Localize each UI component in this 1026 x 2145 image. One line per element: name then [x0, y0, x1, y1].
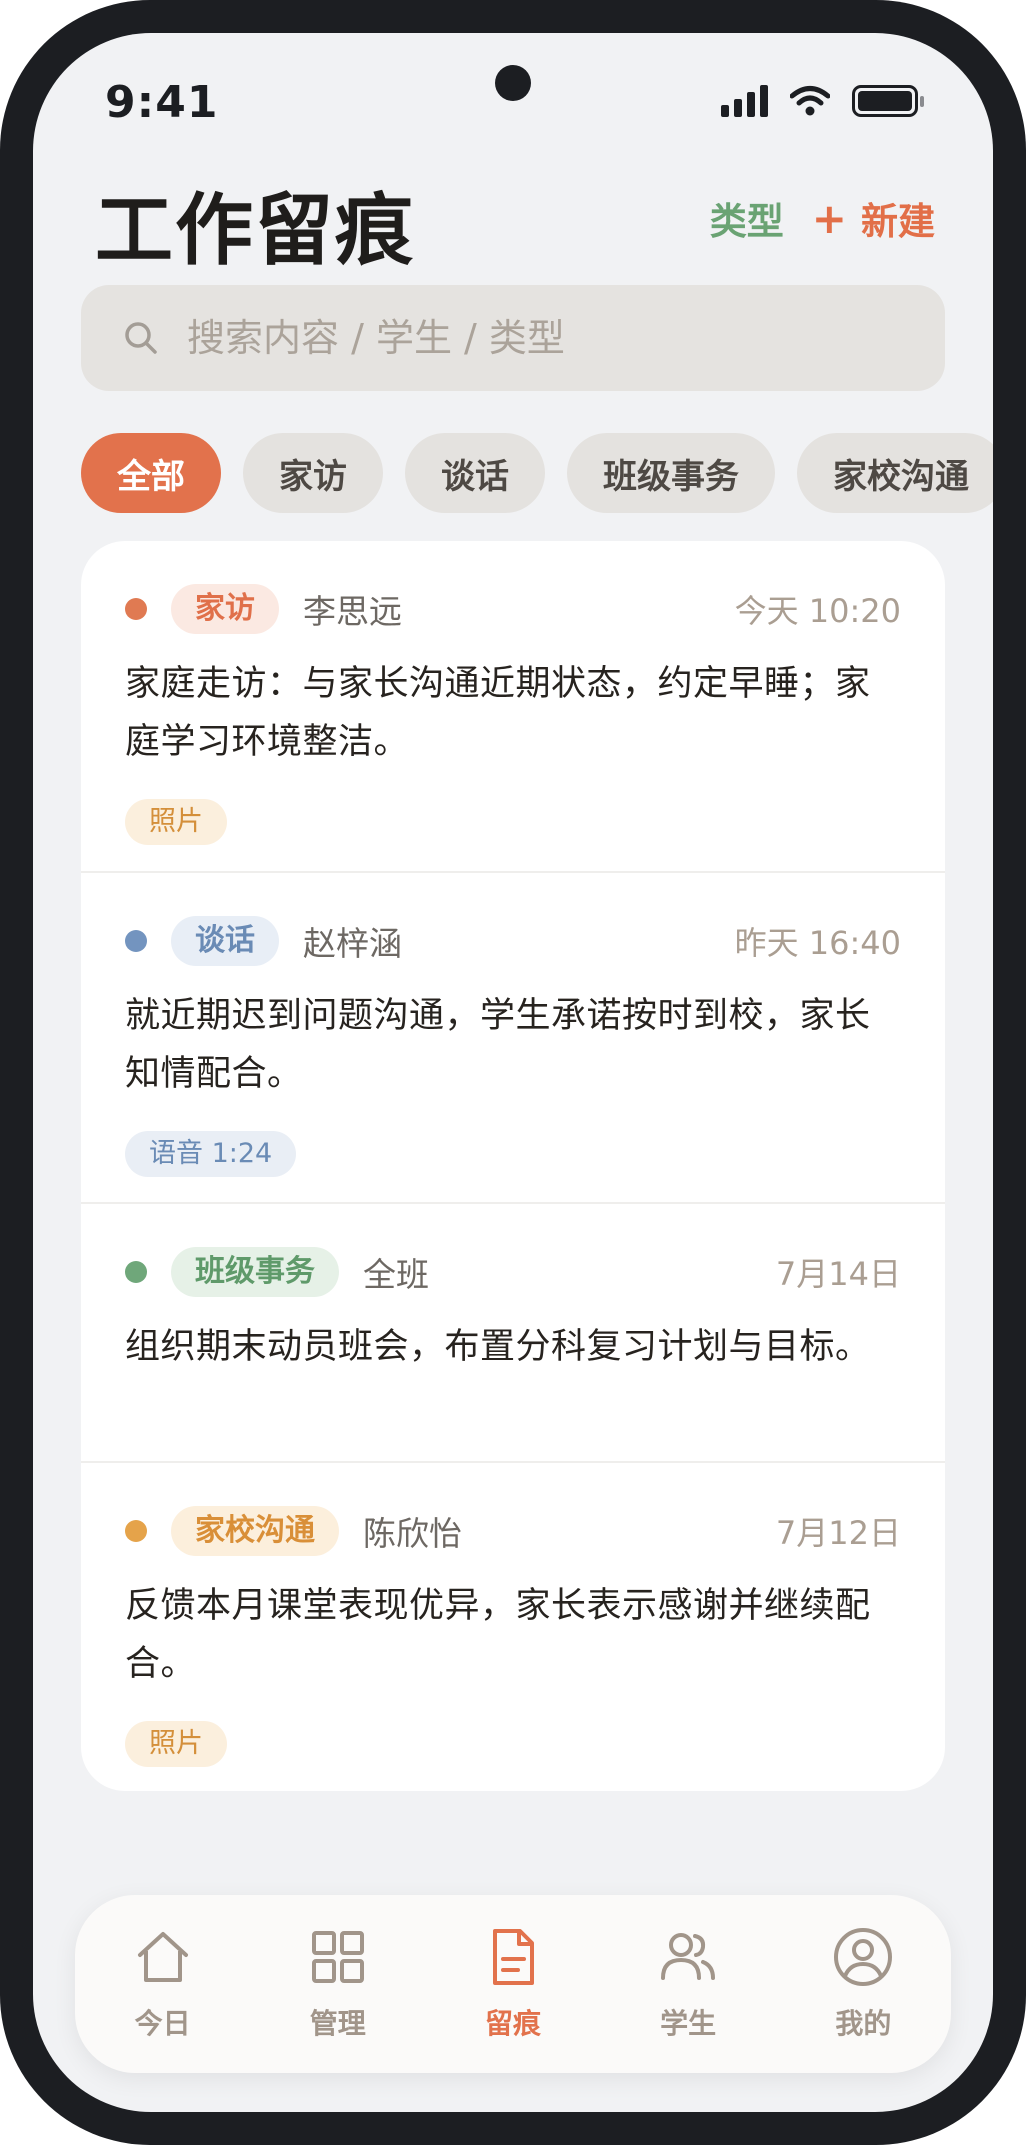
profile-icon [834, 1928, 893, 1986]
new-button[interactable]: + 新建 [812, 191, 935, 245]
page-title: 工作留痕 [95, 186, 416, 276]
search-input[interactable] [187, 316, 887, 360]
student-name: 李思远 [303, 592, 402, 631]
record-item[interactable]: 谈话 赵梓涵 昨天 16:40 就近期迟到问题沟通，学生承诺按时到校，家长知情配… [81, 873, 945, 1204]
bottom-nav: 今日 管理 留痕 学生 我的 [75, 1895, 951, 2073]
users-icon [661, 1933, 716, 1980]
record-item[interactable]: 班级事务 全班 7月14日 组织期末动员班会，布置分科复习计划与目标。 [81, 1204, 945, 1463]
record-header: 谈话 赵梓涵 昨天 16:40 [125, 913, 901, 969]
type-tag: 班级事务 [171, 1247, 339, 1297]
student-name: 赵梓涵 [303, 924, 402, 963]
record-content: 就近期迟到问题沟通，学生承诺按时到校，家长知情配合。 [125, 996, 871, 1094]
filter-chip-home-visit[interactable]: 家访 [243, 433, 383, 513]
type-dot [125, 930, 147, 952]
screen: 9:41 工作留痕 类型 + 新建 搜索内容 / 学生 / 类型 全部 家访 谈… [33, 33, 993, 2112]
document-icon [492, 1929, 534, 1985]
filter-chip-class-affairs[interactable]: 班级事务 [567, 433, 775, 513]
record-time: 今天 10:20 [734, 592, 901, 630]
student-name: 全班 [363, 1255, 429, 1294]
type-tag: 谈话 [171, 916, 279, 966]
record-header: 家校沟通 陈欣怡 7月12日 [125, 1503, 901, 1559]
status-icons [721, 85, 924, 117]
wifi-icon [790, 86, 830, 116]
header-actions: 类型 + 新建 [710, 191, 935, 245]
phone-frame: 9:41 工作留痕 类型 + 新建 搜索内容 / 学生 / 类型 全部 家访 谈… [0, 0, 1026, 2145]
type-button[interactable]: 类型 [710, 191, 784, 245]
search-icon [125, 322, 157, 354]
plus-icon: + [811, 193, 847, 243]
signal-icon [721, 85, 768, 117]
record-header: 班级事务 全班 7月14日 [125, 1244, 901, 1300]
grid-icon [311, 1931, 364, 1983]
battery-icon [852, 85, 924, 117]
camera-cutout [495, 65, 531, 101]
record-item[interactable]: 家校沟通 陈欣怡 7月12日 反馈本月课堂表现优异，家长表示感谢并继续配合。 照… [81, 1463, 945, 1791]
photo-attachment[interactable]: 照片 [125, 799, 227, 845]
nav-item-manage[interactable]: 管理 [263, 1926, 413, 2042]
nav-label: 我的 [835, 2007, 892, 2040]
search-bar[interactable] [81, 285, 945, 391]
filter-chip-home-school[interactable]: 家校沟通 [797, 433, 993, 513]
record-content: 反馈本月课堂表现优异，家长表示感谢并继续配合。 [125, 1586, 871, 1684]
nav-label: 留痕 [484, 2007, 541, 2040]
type-tag: 家校沟通 [171, 1506, 339, 1556]
type-dot [125, 1520, 147, 1542]
nav-item-profile[interactable]: 我的 [788, 1926, 938, 2042]
type-dot [125, 1261, 147, 1283]
filter-chips: 全部 家访 谈话 班级事务 家校沟通 [81, 433, 993, 513]
student-name: 陈欣怡 [363, 1514, 462, 1553]
nav-item-records[interactable]: 留痕 [438, 1926, 588, 2042]
record-item[interactable]: 家访 李思远 今天 10:20 家庭走访：与家长沟通近期状态，约定早睡；家庭学习… [81, 541, 945, 873]
filter-chip-all[interactable]: 全部 [81, 433, 221, 513]
type-tag: 家访 [171, 584, 279, 634]
record-list: 家访 李思远 今天 10:20 家庭走访：与家长沟通近期状态，约定早睡；家庭学习… [81, 541, 945, 1791]
record-time: 7月12日 [775, 1514, 901, 1552]
new-button-label: 新建 [861, 200, 935, 243]
type-dot [125, 598, 147, 620]
record-content: 家庭走访：与家长沟通近期状态，约定早睡；家庭学习环境整洁。 [125, 664, 871, 762]
nav-item-students[interactable]: 学生 [613, 1926, 763, 2042]
voice-attachment[interactable]: 语音 1:24 [125, 1131, 297, 1177]
nav-item-today[interactable]: 今日 [88, 1926, 238, 2042]
record-time: 昨天 16:40 [734, 924, 901, 962]
home-icon [137, 1932, 188, 1982]
photo-attachment[interactable]: 照片 [125, 1721, 227, 1767]
nav-label: 今日 [134, 2007, 191, 2040]
nav-label: 管理 [309, 2007, 366, 2040]
filter-chip-talk[interactable]: 谈话 [405, 433, 545, 513]
status-time: 9:41 [105, 77, 219, 128]
record-content: 组织期末动员班会，布置分科复习计划与目标。 [125, 1327, 871, 1367]
nav-label: 学生 [660, 2007, 717, 2040]
record-time: 7月14日 [775, 1255, 901, 1293]
record-header: 家访 李思远 今天 10:20 [125, 581, 901, 637]
